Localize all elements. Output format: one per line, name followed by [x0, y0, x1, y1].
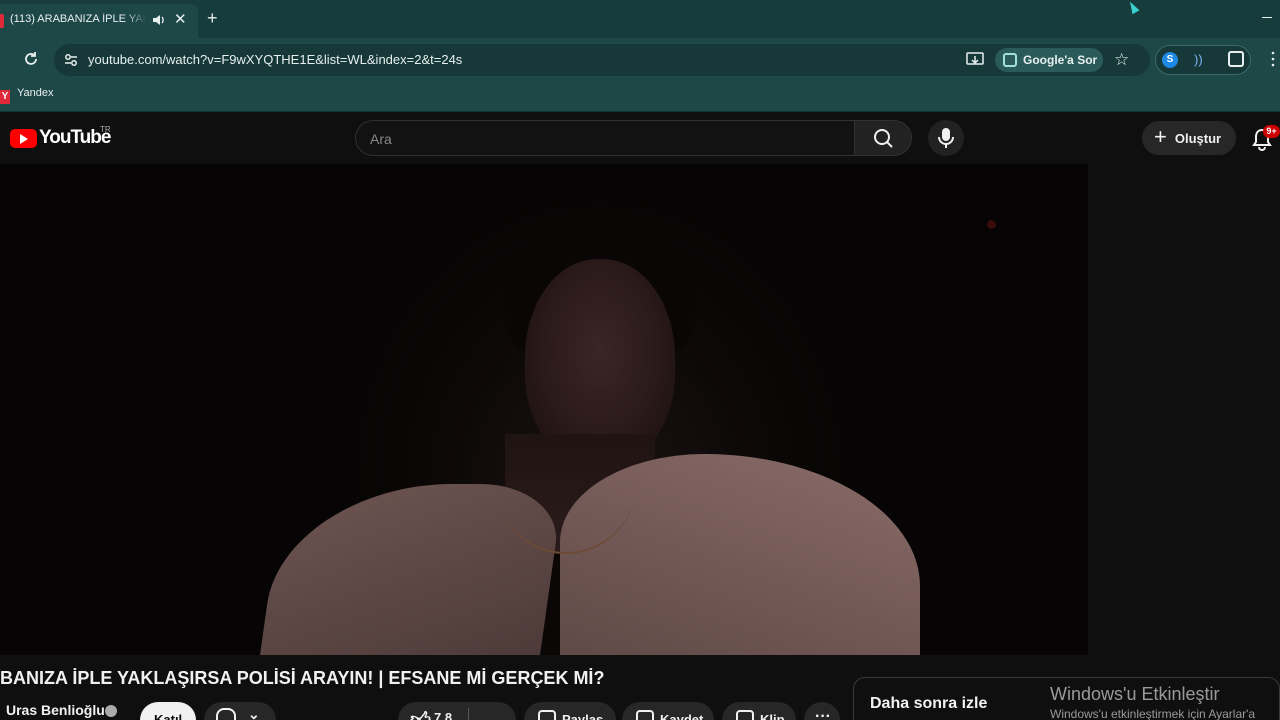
search-icon: [874, 129, 893, 148]
share-button[interactable]: Paylaş: [524, 702, 616, 720]
google-ask-button[interactable]: Google'a Sor: [995, 48, 1103, 72]
video-pillarbox: [1088, 164, 1280, 655]
audio-wave-extension-icon[interactable]: )): [1194, 52, 1203, 67]
share-icon: [538, 710, 556, 720]
browser-tab-active[interactable]: (113) ARABANIZA İPLE YAKLAŞIRSA POLİSİ A…: [0, 4, 198, 38]
browser-toolbar: youtube.com/watch?v=F9wXYQTHE1E&list=WL&…: [0, 38, 1280, 82]
like-divider: [468, 708, 469, 720]
subscription-bell-icon: [216, 708, 236, 720]
search-input[interactable]: [370, 131, 810, 147]
mouse-cursor-icon: [1126, 0, 1140, 15]
video-frame-red-dot: [987, 220, 996, 229]
save-button[interactable]: Kaydet: [622, 702, 714, 720]
site-settings-icon[interactable]: [62, 51, 80, 69]
clip-label: Klip: [760, 712, 785, 720]
clip-button[interactable]: Klip: [722, 702, 796, 720]
youtube-logo-icon[interactable]: [10, 129, 37, 148]
join-button[interactable]: Katıl: [140, 702, 196, 720]
video-title: BANIZA İPLE YAKLAŞIRSA POLİSİ ARAYIN! | …: [0, 668, 605, 688]
reload-icon[interactable]: [22, 50, 40, 68]
save-icon: [636, 710, 654, 720]
bookmark-yandex[interactable]: Yandex: [17, 87, 54, 99]
video-player[interactable]: [0, 164, 1280, 655]
microphone-icon: [938, 128, 954, 148]
like-button[interactable]: 👍︎ 7,8: [398, 702, 516, 720]
youtube-header: YouTube TR + Oluştur 9+: [0, 113, 1280, 164]
playlist-title[interactable]: Daha sonra izle: [870, 695, 987, 713]
windows-activation-title: Windows'u Etkinleştir: [1050, 684, 1220, 704]
bookmark-star-icon[interactable]: ☆: [1114, 50, 1129, 70]
bookmarks-bar: Y Yandex: [0, 82, 1280, 112]
shazam-extension-icon[interactable]: S: [1162, 52, 1178, 68]
plus-icon: +: [1154, 124, 1167, 149]
minimize-window-button[interactable]: [1262, 17, 1272, 18]
more-actions-button[interactable]: ···: [804, 702, 840, 720]
thumbs-up-icon: 👍︎: [410, 709, 431, 720]
youtube-favicon-icon: [0, 14, 4, 28]
browser-tabbar: (113) ARABANIZA İPLE YAKLAŞIRSA POLİSİ A…: [0, 0, 1280, 38]
google-lens-icon: [1003, 53, 1017, 67]
channel-name[interactable]: Uras Benlioğlu: [6, 702, 105, 718]
address-bar[interactable]: youtube.com/watch?v=F9wXYQTHE1E&list=WL&…: [54, 44, 1150, 76]
search-box: [355, 120, 855, 156]
tab-title: (113) ARABANIZA İPLE YAKLAŞIRSA POLİSİ A…: [10, 13, 146, 25]
notification-badge: 9+: [1263, 125, 1280, 138]
new-tab-button[interactable]: +: [207, 8, 218, 28]
voice-search-button[interactable]: [928, 120, 964, 156]
yandex-favicon-icon: Y: [0, 90, 10, 104]
subscribed-button[interactable]: ⌄: [204, 702, 276, 720]
install-app-icon[interactable]: [966, 52, 984, 68]
browser-menu-icon[interactable]: [1271, 50, 1275, 68]
url-text[interactable]: youtube.com/watch?v=F9wXYQTHE1E&list=WL&…: [88, 52, 462, 67]
google-ask-label: Google'a Sor: [1023, 53, 1098, 67]
tab-close-icon[interactable]: ✕: [174, 12, 187, 28]
extensions-group: S )): [1155, 45, 1251, 75]
verified-check-icon: [105, 705, 117, 717]
like-count: 7,8: [434, 710, 453, 720]
save-label: Kaydet: [660, 712, 704, 720]
create-button[interactable]: + Oluştur: [1142, 121, 1236, 155]
search-button[interactable]: [854, 120, 912, 156]
extensions-puzzle-icon[interactable]: [1228, 51, 1244, 67]
scissors-icon: [736, 710, 754, 720]
share-label: Paylaş: [562, 712, 604, 720]
speaker-icon[interactable]: [152, 13, 166, 27]
windows-activation-subtitle: Windows'u etkinleştirmek için Ayarlar'a: [1050, 707, 1256, 720]
create-label: Oluştur: [1174, 130, 1222, 146]
country-code: TR: [100, 125, 111, 134]
chevron-down-icon: ⌄: [248, 706, 260, 720]
